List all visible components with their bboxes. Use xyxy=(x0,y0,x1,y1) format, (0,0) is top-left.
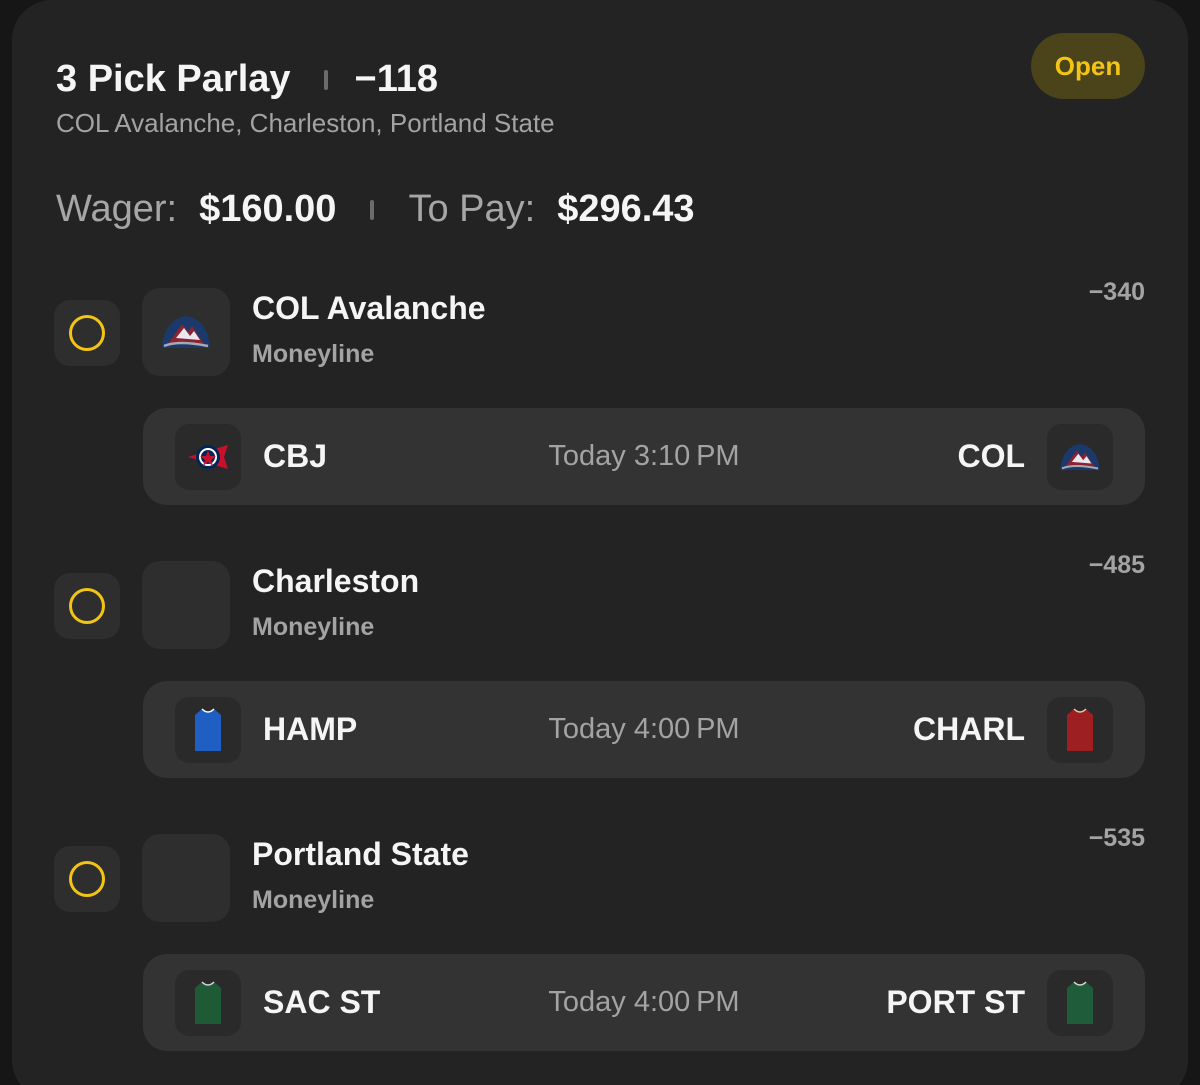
bet-title-row: 3 Pick Parlay −118 xyxy=(56,58,438,101)
pick-status-indicator xyxy=(54,300,120,366)
pending-circle-icon xyxy=(69,861,105,897)
matchup-row[interactable]: CBJ Today 3:10 PM COL xyxy=(143,408,1145,505)
wager-label: Wager: xyxy=(56,188,178,230)
bet-title: 3 Pick Parlay xyxy=(56,58,291,100)
bet-odds: −118 xyxy=(354,58,439,100)
blank-logo-icon xyxy=(142,834,230,922)
pick-item[interactable]: Charleston Moneyline −485 HAMP Today 4:0… xyxy=(12,551,1188,789)
pick-team-name: COL Avalanche xyxy=(252,290,486,326)
pick-odds: −535 xyxy=(1088,824,1145,852)
divider xyxy=(323,69,328,90)
pick-team-name: Charleston xyxy=(252,563,420,599)
pending-circle-icon xyxy=(69,315,105,351)
pick-team-name: Portland State xyxy=(252,836,469,872)
to-pay-label: To Pay: xyxy=(408,188,536,230)
home-team-abbr: CHARL xyxy=(913,711,1025,747)
red-jersey-icon xyxy=(1047,697,1113,763)
pick-market: Moneyline xyxy=(252,886,375,914)
wager-value: $160.00 xyxy=(199,188,337,230)
pick-market: Moneyline xyxy=(252,613,375,641)
bet-subtitle: COL Avalanche, Charleston, Portland Stat… xyxy=(56,108,555,138)
pending-circle-icon xyxy=(69,588,105,624)
pick-odds: −485 xyxy=(1088,551,1145,579)
avalanche-logo-icon xyxy=(1047,424,1113,490)
home-team-abbr: PORT ST xyxy=(886,984,1025,1020)
pick-item[interactable]: Portland State Moneyline −535 SAC ST Tod… xyxy=(12,824,1188,1062)
pick-status-indicator xyxy=(54,846,120,912)
to-pay-value: $296.43 xyxy=(557,188,695,230)
green-jersey-icon xyxy=(1047,970,1113,1036)
matchup-row[interactable]: SAC ST Today 4:00 PM PORT ST xyxy=(143,954,1145,1051)
avalanche-logo-icon xyxy=(142,288,230,376)
parlay-card[interactable]: 3 Pick Parlay −118 COL Avalanche, Charle… xyxy=(12,0,1188,1085)
matchup-row[interactable]: HAMP Today 4:00 PM CHARL xyxy=(143,681,1145,778)
pick-market: Moneyline xyxy=(252,340,375,368)
wager-row: Wager: $160.00 To Pay: $296.43 xyxy=(56,188,695,231)
blank-logo-icon xyxy=(142,561,230,649)
divider xyxy=(370,199,375,220)
status-badge: Open xyxy=(1031,33,1145,99)
pick-status-indicator xyxy=(54,573,120,639)
home-team-abbr: COL xyxy=(957,438,1025,474)
pick-odds: −340 xyxy=(1088,278,1145,306)
pick-item[interactable]: COL Avalanche Moneyline −340 CBJ Today 3… xyxy=(12,278,1188,516)
